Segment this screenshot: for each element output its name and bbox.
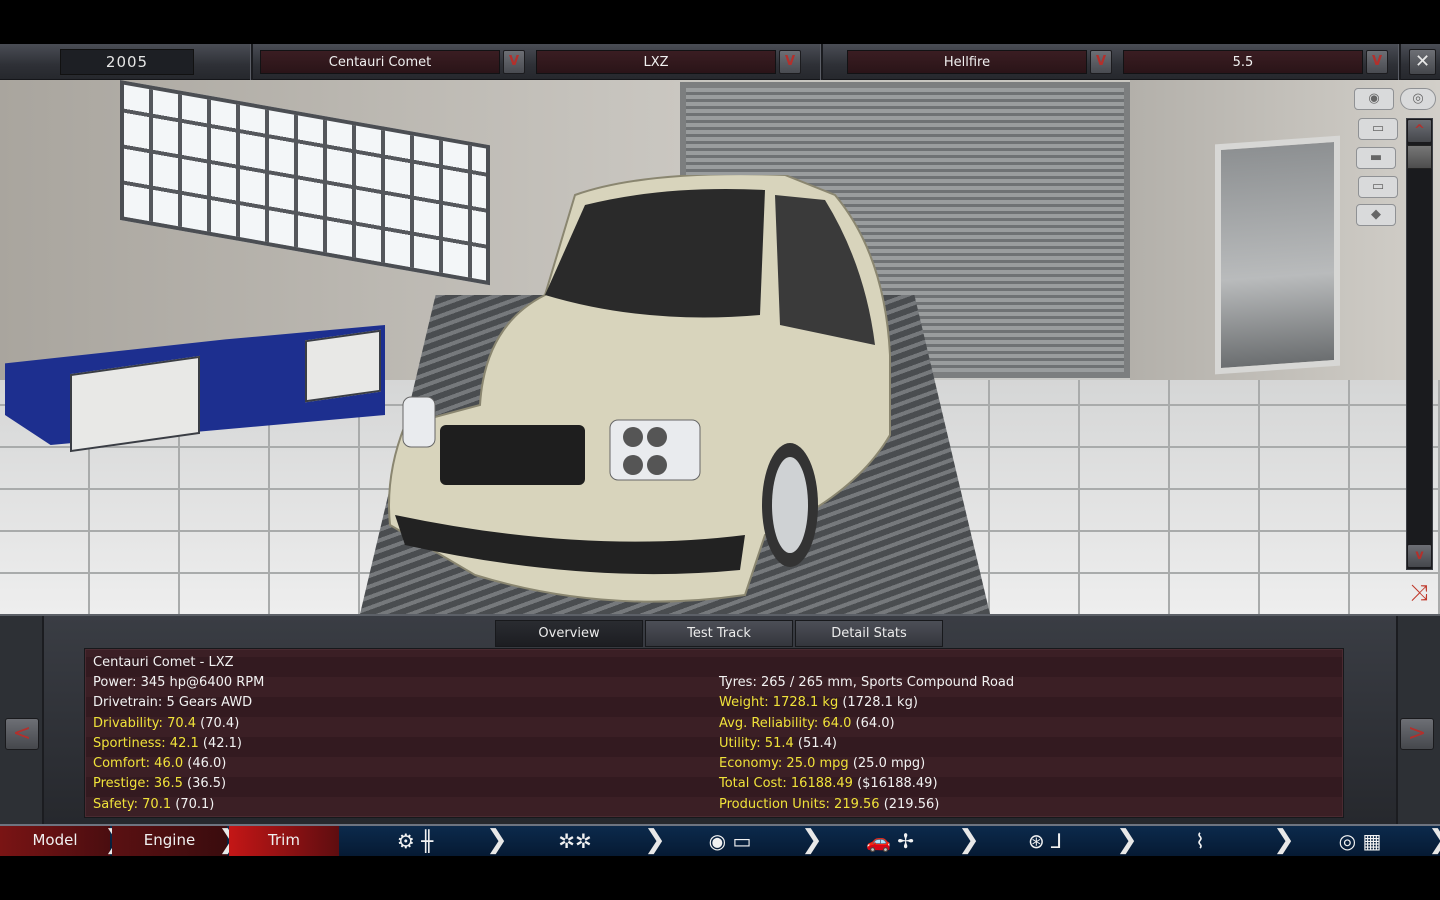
gearbox-icon[interactable]: ⚙ ╫	[385, 828, 445, 854]
engine-size-selector[interactable]: 5.5 V	[1123, 50, 1391, 74]
stat-total-cost: Total Cost: 16188.49 ($16188.49)	[719, 776, 938, 791]
info-panel: Overview Test Track Detail Stats Centaur…	[0, 614, 1440, 826]
tab-detail-stats[interactable]: Detail Stats	[795, 620, 943, 647]
stat-sportiness: Sportiness: 42.1 (42.1)	[93, 736, 242, 751]
nav-model[interactable]: Model	[0, 826, 110, 856]
overview-stats-box: Centauri Comet - LXZ Power: 345 hp@6400 …	[84, 648, 1344, 818]
model-name-field[interactable]: Centauri Comet	[260, 50, 500, 74]
next-page-button[interactable]: >	[1400, 718, 1434, 750]
year-display: 2005	[60, 49, 194, 75]
designer-nav-bar: Model ❯ Engine ❯ Trim ⚙ ╫ ❯ ✲✲ ❯ ◉ ▭ ❯ 🚗…	[0, 824, 1440, 856]
chevron-right-icon: ❯	[801, 825, 823, 855]
top-letterbox	[0, 0, 1440, 44]
stat-prestige: Prestige: 36.5 (36.5)	[93, 776, 227, 791]
tab-test-track[interactable]: Test Track	[645, 620, 793, 647]
car-3d-viewport[interactable]: ◉ ◎ ▭ ▬ ▭ ◆	[0, 80, 1440, 614]
wheels-icon[interactable]: ✲✲	[545, 828, 605, 854]
angled-view-icon[interactable]: ◆	[1356, 204, 1396, 226]
engine-size-field[interactable]: 5.5	[1123, 50, 1363, 74]
selector-bar: 2005 Centauri Comet V LXZ V Hellfire V 5…	[0, 44, 1440, 80]
stat-economy: Economy: 25.0 mpg (25.0 mpg)	[719, 756, 926, 771]
divider	[1398, 44, 1401, 80]
previous-page-button[interactable]: <	[5, 718, 39, 750]
stat-drivetrain: Drivetrain: 5 Gears AWD	[93, 695, 253, 710]
close-button[interactable]: ✕	[1409, 49, 1436, 75]
chevron-right-icon: ❯	[958, 825, 980, 855]
stat-utility: Utility: 51.4 (51.4)	[719, 736, 837, 751]
stat-production-units: Production Units: 219.56 (219.56)	[719, 797, 940, 812]
eye-icon[interactable]: ◎	[1400, 88, 1436, 110]
zoom-out-button[interactable]: v	[1407, 544, 1432, 568]
aero-icon[interactable]: 🚗 ✢	[835, 828, 945, 854]
reset-view-icon[interactable]: ⤨	[1402, 581, 1436, 607]
divider	[820, 44, 823, 80]
interior-icon[interactable]: ⊛ ⅃	[1010, 828, 1080, 854]
car-model	[388, 175, 891, 603]
brakes-icon[interactable]: ◉ ▭	[695, 828, 765, 854]
model-selector[interactable]: Centauri Comet V	[260, 50, 528, 74]
stat-comfort: Comfort: 46.0 (46.0)	[93, 756, 227, 771]
engine-dropdown-button[interactable]: V	[1090, 50, 1112, 74]
engine-selector[interactable]: Hellfire V	[847, 50, 1115, 74]
chevron-right-icon: ❯	[644, 825, 666, 855]
stat-weight: Weight: 1728.1 kg (1728.1 kg)	[719, 695, 918, 710]
bottom-letterbox	[0, 856, 1440, 900]
side-view-icon[interactable]: ▬	[1356, 147, 1396, 169]
model-dropdown-button[interactable]: V	[503, 50, 525, 74]
stat-power: Power: 345 hp@6400 RPM	[93, 675, 265, 690]
chevron-right-icon: ❯	[486, 825, 508, 855]
nav-engine[interactable]: Engine	[112, 826, 227, 856]
zoom-in-button[interactable]: ^	[1407, 119, 1432, 143]
trim-name-field[interactable]: LXZ	[536, 50, 776, 74]
chevron-right-icon: ❯	[1116, 825, 1138, 855]
stat-drivability: Drivability: 70.4 (70.4)	[93, 716, 240, 731]
engine-size-dropdown-button[interactable]: V	[1366, 50, 1388, 74]
garage-side-door	[1215, 135, 1340, 375]
suspension-icon[interactable]: ⌇	[1180, 828, 1220, 854]
trim-dropdown-button[interactable]: V	[779, 50, 801, 74]
trim-selector[interactable]: LXZ V	[536, 50, 804, 74]
zoom-scrollbar[interactable]	[1406, 118, 1433, 570]
chevron-right-icon: ❯	[1273, 825, 1295, 855]
engine-name-field[interactable]: Hellfire	[847, 50, 1087, 74]
zoom-scroll-thumb[interactable]	[1407, 145, 1432, 169]
car-title: Centauri Comet - LXZ	[93, 655, 234, 670]
stat-tyres: Tyres: 265 / 265 mm, Sports Compound Roa…	[719, 675, 1015, 690]
camera-icon[interactable]: ◉	[1354, 88, 1394, 110]
workbench-cabinet	[305, 329, 381, 403]
divider	[250, 44, 253, 80]
chevron-right-icon: ❯	[1428, 826, 1440, 856]
stat-safety: Safety: 70.1 (70.1)	[93, 797, 215, 812]
testing-icon[interactable]: ◎ ▦	[1325, 828, 1395, 854]
front-view-icon[interactable]: ▭	[1358, 118, 1398, 140]
rear-view-icon[interactable]: ▭	[1358, 176, 1398, 198]
stat-reliability: Avg. Reliability: 64.0 (64.0)	[719, 716, 895, 731]
tab-overview[interactable]: Overview	[495, 620, 643, 647]
nav-trim[interactable]: Trim	[229, 826, 339, 856]
